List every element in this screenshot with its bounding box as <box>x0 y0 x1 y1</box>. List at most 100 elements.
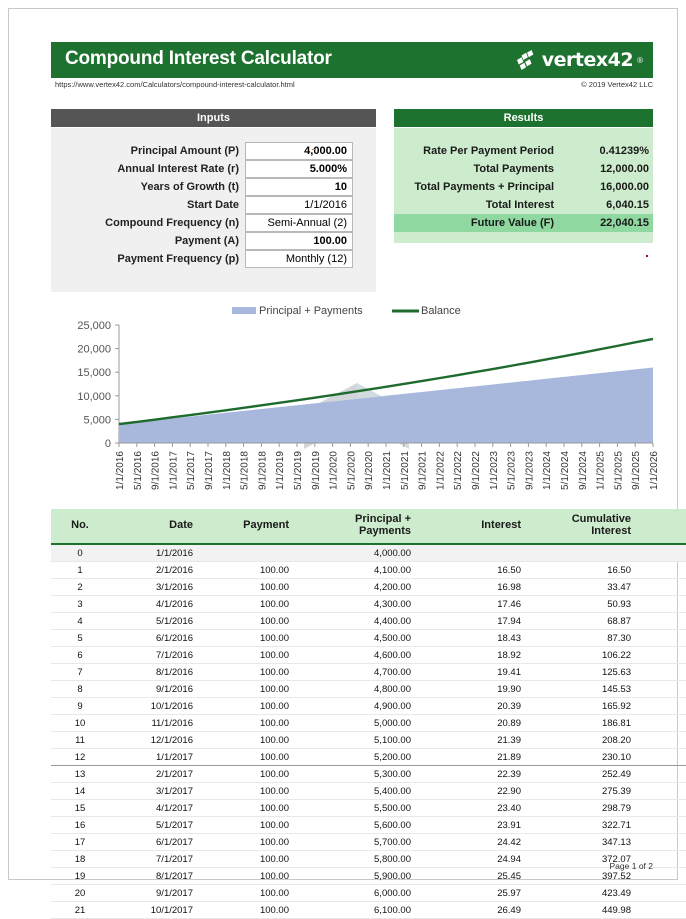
label-total-payments-plus-principal: Total Payments + Principal <box>414 181 554 193</box>
table-cell: 4/1/2017 <box>109 799 199 817</box>
table-row: 01/1/2016 4,000.00 4,000.00 <box>51 544 686 562</box>
x-axis-tick-label: 1/1/2022 <box>435 451 446 490</box>
source-url: https://www.vertex42.com/Calculators/com… <box>55 80 295 89</box>
y-axis-tick-label: 15,000 <box>77 367 111 379</box>
table-cell: 26.49 <box>417 901 527 919</box>
table-cell: 100.00 <box>199 748 295 766</box>
table-cell: 4,800.00 <box>295 680 417 698</box>
input-row-start-date: Start Date 1/1/2016 <box>51 196 376 214</box>
input-compound-frequency[interactable]: Semi-Annual (2) <box>245 214 353 232</box>
result-row-rate-per-payment-period: Rate Per Payment Period 0.41239% <box>394 142 653 160</box>
table-cell: 13 <box>51 765 109 783</box>
table-cell: 5,500.00 <box>295 799 417 817</box>
input-principal-amount[interactable]: 4,000.00 <box>245 142 353 160</box>
table-cell: 16.98 <box>417 578 527 596</box>
table-cell: 11/1/2016 <box>109 714 199 732</box>
logo-trademark: ® <box>637 55 643 65</box>
x-axis-tick-label: 9/1/2019 <box>311 451 322 490</box>
table-cell: 21 <box>51 901 109 919</box>
table-cell: 17 <box>51 833 109 851</box>
table-cell: 4,706.22 <box>637 646 686 664</box>
x-axis-tick-label: 5/1/2016 <box>133 451 144 490</box>
table-cell: 5,600.00 <box>295 816 417 834</box>
table-cell: 4,000.00 <box>637 544 686 562</box>
result-row-total-interest: Total Interest 6,040.15 <box>394 196 653 214</box>
table-row: 12/1/2016100.004,100.0016.5016.504,116.5… <box>51 561 686 579</box>
table-cell: 100.00 <box>199 629 295 647</box>
input-annual-interest-rate[interactable]: 5.000% <box>245 160 353 178</box>
table-cell: 5,400.00 <box>295 782 417 800</box>
table-cell: 3 <box>51 595 109 613</box>
table-cell: 6,100.00 <box>295 901 417 919</box>
table-cell: 5/1/2017 <box>109 816 199 834</box>
table-cell: 12/1/2016 <box>109 731 199 749</box>
y-axis-tick-label: 5,000 <box>83 414 111 426</box>
table-cell: 68.87 <box>527 612 637 630</box>
table-cell: 4,000.00 <box>295 544 417 562</box>
table-cell: 14 <box>51 782 109 800</box>
table-cell: 5,430.10 <box>637 748 686 766</box>
label-rate-per-payment-period: Rate Per Payment Period <box>423 145 554 157</box>
table-cell: 4,900.00 <box>295 697 417 715</box>
table-cell: 10/1/2017 <box>109 901 199 919</box>
table-cell: 5/1/2016 <box>109 612 199 630</box>
table-cell: 21.39 <box>417 731 527 749</box>
table-cell: 23.91 <box>417 816 527 834</box>
table-cell: 33.47 <box>527 578 637 596</box>
input-start-date[interactable]: 1/1/2016 <box>245 196 353 214</box>
x-axis-tick-label: 5/1/2024 <box>560 451 571 490</box>
legend-label-principal-payments: Principal + Payments <box>259 305 363 317</box>
page-title: Compound Interest Calculator <box>65 48 332 69</box>
table-cell: 4,700.00 <box>295 663 417 681</box>
table-cell: 2 <box>51 578 109 596</box>
table-cell: 100.00 <box>199 697 295 715</box>
table-cell: 7/1/2016 <box>109 646 199 664</box>
table-row: 121/1/2017100.005,200.0021.89230.105,430… <box>51 748 686 766</box>
table-cell: 17.94 <box>417 612 527 630</box>
x-axis-tick-label: 1/1/2020 <box>329 451 340 490</box>
input-row-payment-frequency: Payment Frequency (p) Monthly (12) <box>51 250 376 268</box>
input-row-annual-interest-rate: Annual Interest Rate (r) 5.000% <box>51 160 376 178</box>
label-payment: Payment (A) <box>174 235 239 247</box>
x-axis-tick-label: 5/1/2020 <box>346 451 357 490</box>
table-cell: 100.00 <box>199 663 295 681</box>
table-cell: 125.63 <box>527 663 637 681</box>
col-header-date: Date <box>109 509 199 545</box>
table-cell: 12 <box>51 748 109 766</box>
table-cell: 10 <box>51 714 109 732</box>
input-row-payment: Payment (A) 100.00 <box>51 232 376 250</box>
value-total-payments: 12,000.00 <box>600 163 649 175</box>
table-head: No. Date Payment Principal + Payments In… <box>51 509 686 545</box>
growth-chart-svg: Principal + Payments Balance 0 5,000 10,000 1… <box>77 305 657 490</box>
table-cell: 165.92 <box>527 697 637 715</box>
x-axis-tick-label: 5/1/2022 <box>453 451 464 490</box>
col-header-no: No. <box>51 509 109 545</box>
table-cell: 100.00 <box>199 782 295 800</box>
table-cell: 347.13 <box>527 833 637 851</box>
table-cell <box>417 544 527 562</box>
input-payment[interactable]: 100.00 <box>245 232 353 250</box>
table-cell: 100.00 <box>199 595 295 613</box>
table-cell: 25.97 <box>417 884 527 902</box>
value-total-interest: 6,040.15 <box>606 199 649 211</box>
label-start-date: Start Date <box>187 199 239 211</box>
table-cell: 19.41 <box>417 663 527 681</box>
table-cell: 5,552.49 <box>637 765 686 783</box>
input-payment-frequency[interactable]: Monthly (12) <box>245 250 353 268</box>
label-principal-amount: Principal Amount (P) <box>130 145 239 157</box>
table-cell: 100.00 <box>199 646 295 664</box>
table-cell: 145.53 <box>527 680 637 698</box>
table-cell: 4,587.30 <box>637 629 686 647</box>
table-cell: 5,300.00 <box>295 765 417 783</box>
inputs-panel: Principal Amount (P) 4,000.00 Annual Int… <box>51 128 376 292</box>
table-cell: 100.00 <box>199 901 295 919</box>
table-cell: 4,945.53 <box>637 680 686 698</box>
input-years-of-growth[interactable]: 10 <box>245 178 353 196</box>
table-cell: 252.49 <box>527 765 637 783</box>
table-cell: 4,233.47 <box>637 578 686 596</box>
table-cell: 22.39 <box>417 765 527 783</box>
x-axis-tick-label: 9/1/2024 <box>578 451 589 490</box>
table-cell: 100.00 <box>199 816 295 834</box>
table-cell <box>527 544 637 562</box>
x-axis-tick-label: 9/1/2023 <box>524 451 535 490</box>
